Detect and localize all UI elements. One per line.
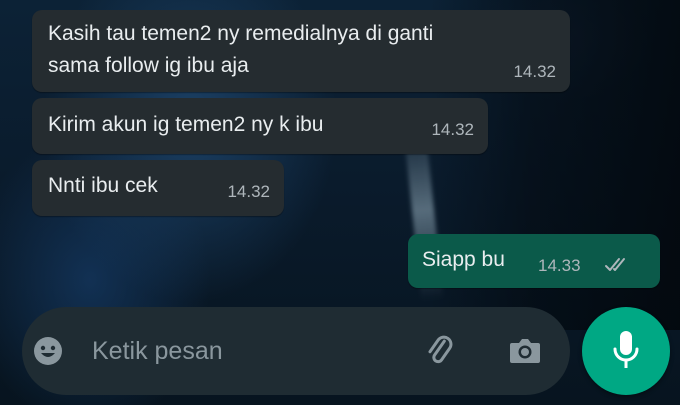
message-bubble-incoming[interactable]: Nnti ibu cek 14.32 [32, 160, 284, 216]
message-text: Siapp bu [422, 248, 505, 271]
message-text: Kirim akun ig temen2 ny k ibu [48, 113, 324, 136]
message-text: Nnti ibu cek [48, 174, 158, 197]
camera-icon[interactable] [508, 335, 542, 370]
emoji-icon[interactable] [32, 335, 64, 372]
microphone-icon [610, 329, 642, 378]
message-bubble-outgoing[interactable]: Siapp bu 14.33 [408, 234, 660, 288]
message-text: sama follow ig ibu aja [48, 54, 249, 77]
message-text: Kasih tau temen2 ny remedialnya di ganti [48, 22, 434, 45]
double-check-icon [604, 256, 630, 279]
message-input[interactable]: Ketik pesan [92, 337, 223, 366]
message-time: 14.32 [431, 120, 474, 139]
message-time: 14.32 [227, 182, 270, 201]
paperclip-icon[interactable] [422, 333, 458, 374]
voice-record-button[interactable] [582, 307, 670, 395]
message-bubble-incoming[interactable]: Kirim akun ig temen2 ny k ibu 14.32 [32, 98, 488, 154]
message-composer[interactable]: Ketik pesan [22, 307, 570, 395]
message-time: 14.32 [513, 62, 556, 81]
message-time: 14.33 [538, 256, 581, 275]
message-bubble-incoming[interactable]: Kasih tau temen2 ny remedialnya di ganti… [32, 10, 570, 92]
